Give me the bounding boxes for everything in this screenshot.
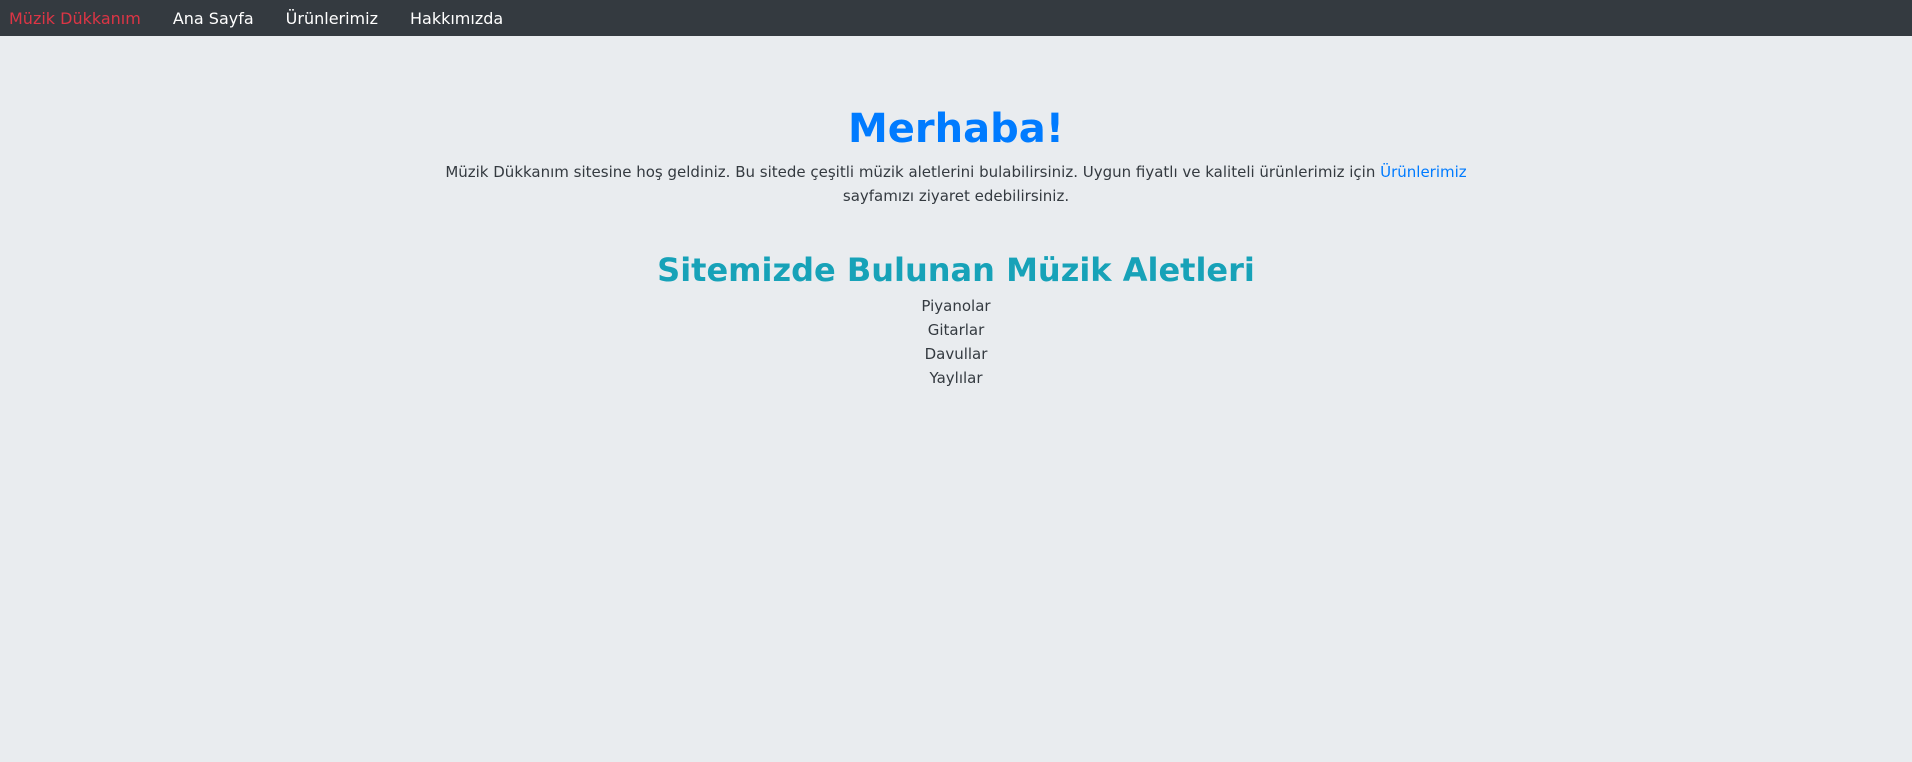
list-item-yaylilar: Yaylılar <box>929 369 983 387</box>
list-item-piyanolar: Piyanolar <box>921 297 991 315</box>
intro-text-end: sayfamızı ziyaret edebilirsiniz. <box>842 187 1070 205</box>
list-item-davullar: Davullar <box>924 345 988 363</box>
nav-link-ana-sayfa[interactable]: Ana Sayfa <box>173 9 254 28</box>
top-navbar: Müzik Dükkanım Ana Sayfa Ürünlerimiz Hak… <box>0 0 1912 36</box>
nav-link-hakkimizda[interactable]: Hakkımızda <box>410 9 503 28</box>
nav-link-urunlerimiz[interactable]: Ürünlerimiz <box>286 9 378 28</box>
products-inline-link[interactable]: Ürünlerimiz <box>1380 163 1467 181</box>
main-content: Merhaba! Müzik Dükkanım sitesine hoş gel… <box>0 36 1912 390</box>
hero-title: Merhaba! <box>848 106 1064 152</box>
brand-link[interactable]: Müzik Dükkanım <box>9 9 141 28</box>
instruments-section-title: Sitemizde Bulunan Müzik Aletleri <box>657 251 1255 289</box>
intro-text-start: Müzik Dükkanım sitesine hoş geldiniz. Bu… <box>445 163 1381 181</box>
instrument-list: Piyanolar Gitarlar Davullar Yaylılar <box>0 294 1912 390</box>
list-item-gitarlar: Gitarlar <box>927 321 985 339</box>
intro-paragraph: Müzik Dükkanım sitesine hoş geldiniz. Bu… <box>420 160 1492 208</box>
